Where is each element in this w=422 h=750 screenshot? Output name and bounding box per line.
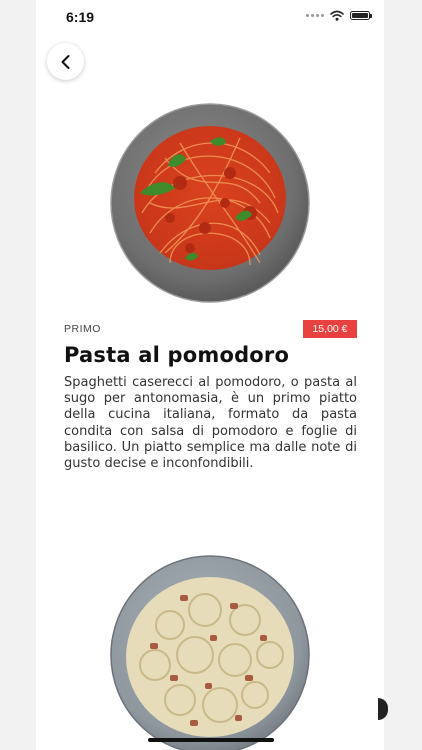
status-icons xyxy=(306,10,372,21)
dish-description: Spaghetti caserecci al pomodoro, o pasta… xyxy=(64,375,357,472)
status-bar: 6:19 xyxy=(36,0,384,34)
spaghetti-tomato-photo xyxy=(110,103,310,303)
back-button[interactable] xyxy=(47,43,84,80)
home-indicator xyxy=(148,738,274,742)
dish-detail-screen: 6:19 PRIMO 15,00 € Pasta al pomodoro Spa… xyxy=(36,0,384,750)
dish-category: PRIMO xyxy=(64,323,101,335)
floating-button-edge[interactable] xyxy=(378,698,388,720)
status-time: 6:19 xyxy=(66,9,95,25)
signal-icon xyxy=(306,14,324,17)
pasta-carbonara-photo xyxy=(110,555,310,750)
dish-title: Pasta al pomodoro xyxy=(64,343,290,367)
chevron-left-icon xyxy=(61,54,69,69)
price-badge: 15,00 € xyxy=(303,320,357,338)
wifi-icon xyxy=(330,10,344,21)
battery-icon xyxy=(350,11,372,20)
